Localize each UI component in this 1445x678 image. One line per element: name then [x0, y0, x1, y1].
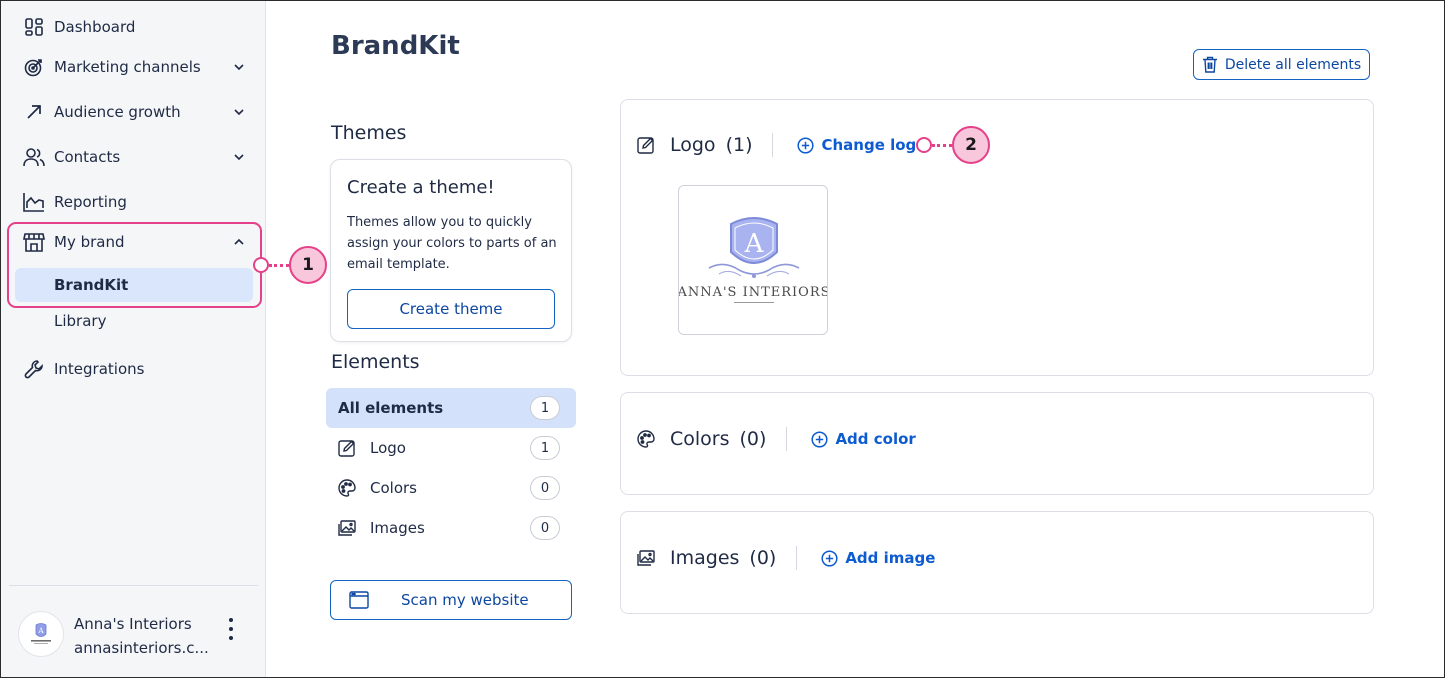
sidebar: Dashboard Marketing channels Audience gr…: [1, 1, 266, 677]
callout-line: [269, 264, 289, 267]
chevron-down-icon[interactable]: [231, 104, 247, 120]
element-count-badge: 1: [530, 396, 560, 420]
logo-panel-title: Logo: [670, 134, 716, 156]
images-panel: Images (0) Add image: [620, 511, 1374, 614]
edit-icon: [338, 438, 358, 458]
images-panel-title: Images: [670, 547, 740, 569]
sidebar-item-label: Integrations: [54, 360, 145, 378]
logo-wordmark: ANNA'S INTERIORS: [679, 285, 828, 300]
element-filter-label: All elements: [338, 399, 444, 417]
colors-panel-header: Colors (0) Add color: [637, 427, 916, 451]
sidebar-item-contacts[interactable]: Contacts: [23, 142, 251, 172]
account-logo-icon: A: [31, 623, 51, 644]
contacts-icon: [23, 146, 45, 168]
palette-icon: [637, 429, 657, 449]
plus-circle-icon: [811, 430, 828, 448]
add-image-button[interactable]: Add image: [821, 549, 935, 567]
plus-circle-icon: [797, 136, 815, 154]
logo-thumbnail[interactable]: A ANNA'S INTERIORS: [678, 185, 828, 335]
sidebar-item-integrations[interactable]: Integrations: [23, 354, 251, 384]
logo-panel-count: (1): [725, 134, 753, 156]
trash-icon: [1202, 56, 1217, 73]
callout-dot: [916, 137, 932, 153]
image-icon: [338, 518, 358, 538]
avatar[interactable]: A: [18, 611, 64, 657]
callout-number: 1: [289, 246, 327, 284]
divider: [786, 427, 788, 451]
delete-all-label: Delete all elements: [1224, 56, 1362, 73]
arrow-up-right-icon: [23, 101, 45, 123]
element-count-badge: 0: [530, 476, 560, 500]
target-icon: [23, 56, 45, 78]
element-filter-label: Logo: [370, 439, 406, 457]
add-color-label: Add color: [835, 430, 916, 448]
delete-all-button[interactable]: Delete all elements: [1193, 49, 1370, 80]
sidebar-item-label: Audience growth: [54, 103, 181, 121]
theme-card: Create a theme! Themes allow you to quic…: [330, 159, 572, 342]
browser-window-icon: [349, 591, 369, 609]
more-options-icon[interactable]: [223, 618, 239, 640]
add-image-label: Add image: [845, 549, 936, 567]
images-panel-count: (0): [749, 547, 777, 569]
add-color-button[interactable]: Add color: [811, 430, 916, 448]
colors-panel-count: (0): [739, 428, 767, 450]
sidebar-item-dashboard[interactable]: Dashboard: [23, 12, 251, 42]
dashboard-icon: [23, 16, 45, 38]
images-panel-header: Images (0) Add image: [637, 546, 935, 570]
chevron-down-icon[interactable]: [231, 59, 247, 75]
wrench-icon: [23, 358, 45, 380]
chevron-down-icon[interactable]: [231, 149, 247, 165]
sidebar-item-marketing-channels[interactable]: Marketing channels: [23, 52, 251, 82]
sidebar-item-label: Contacts: [54, 148, 121, 166]
sidebar-subitem-label: Library: [54, 312, 107, 330]
element-filter-all[interactable]: All elements 1: [326, 388, 576, 428]
plus-circle-icon: [821, 549, 838, 567]
element-filter-logo[interactable]: Logo 1: [326, 428, 576, 468]
change-logo-button[interactable]: Change logo: [797, 136, 927, 154]
theme-card-title: Create a theme!: [347, 177, 495, 198]
brand-logo-image: A ANNA'S INTERIORS: [679, 217, 828, 303]
page-title: BrandKit: [331, 31, 460, 61]
elements-heading: Elements: [331, 351, 420, 373]
colors-panel: Colors (0) Add color: [620, 392, 1374, 495]
create-theme-button[interactable]: Create theme: [347, 289, 555, 329]
callout-dot: [253, 257, 269, 273]
callout-number: 2: [952, 126, 990, 164]
logo-panel-header: Logo (1) Change logo: [637, 133, 927, 157]
logo-panel: Logo (1) Change logo A ANNA'S INTERIORS: [620, 99, 1374, 376]
sidebar-subitem-library[interactable]: Library: [15, 304, 253, 338]
theme-card-description: Themes allow you to quickly assign your …: [347, 215, 557, 272]
element-count-badge: 0: [530, 516, 560, 540]
image-icon: [637, 548, 657, 568]
element-filter-images[interactable]: Images 0: [326, 508, 576, 548]
highlight-box-my-brand: [7, 222, 262, 308]
chart-icon: [23, 191, 45, 213]
palette-icon: [338, 478, 358, 498]
scan-website-button[interactable]: Scan my website: [330, 580, 572, 620]
edit-icon: [637, 135, 657, 155]
svg-text:A: A: [37, 627, 44, 635]
sidebar-item-label: Dashboard: [54, 18, 136, 36]
themes-heading: Themes: [331, 122, 407, 144]
sidebar-divider: [9, 585, 258, 586]
sidebar-item-label: Reporting: [54, 193, 127, 211]
sidebar-item-label: Marketing channels: [54, 58, 201, 76]
scan-website-label: Scan my website: [401, 591, 529, 609]
element-filter-colors[interactable]: Colors 0: [326, 468, 576, 508]
account-name: Anna's Interiors: [74, 615, 192, 633]
sidebar-item-reporting[interactable]: Reporting: [23, 187, 251, 217]
element-count-badge: 1: [530, 436, 560, 460]
logo-monogram: A: [744, 229, 765, 259]
divider: [772, 133, 774, 157]
element-filter-label: Colors: [370, 479, 417, 497]
account-email: annasinteriors.c...: [74, 639, 209, 657]
colors-panel-title: Colors: [670, 428, 730, 450]
sidebar-item-audience-growth[interactable]: Audience growth: [23, 97, 251, 127]
callout-line: [932, 144, 952, 147]
element-filter-label: Images: [370, 519, 425, 537]
change-logo-label: Change logo: [821, 136, 927, 154]
divider: [796, 546, 798, 570]
